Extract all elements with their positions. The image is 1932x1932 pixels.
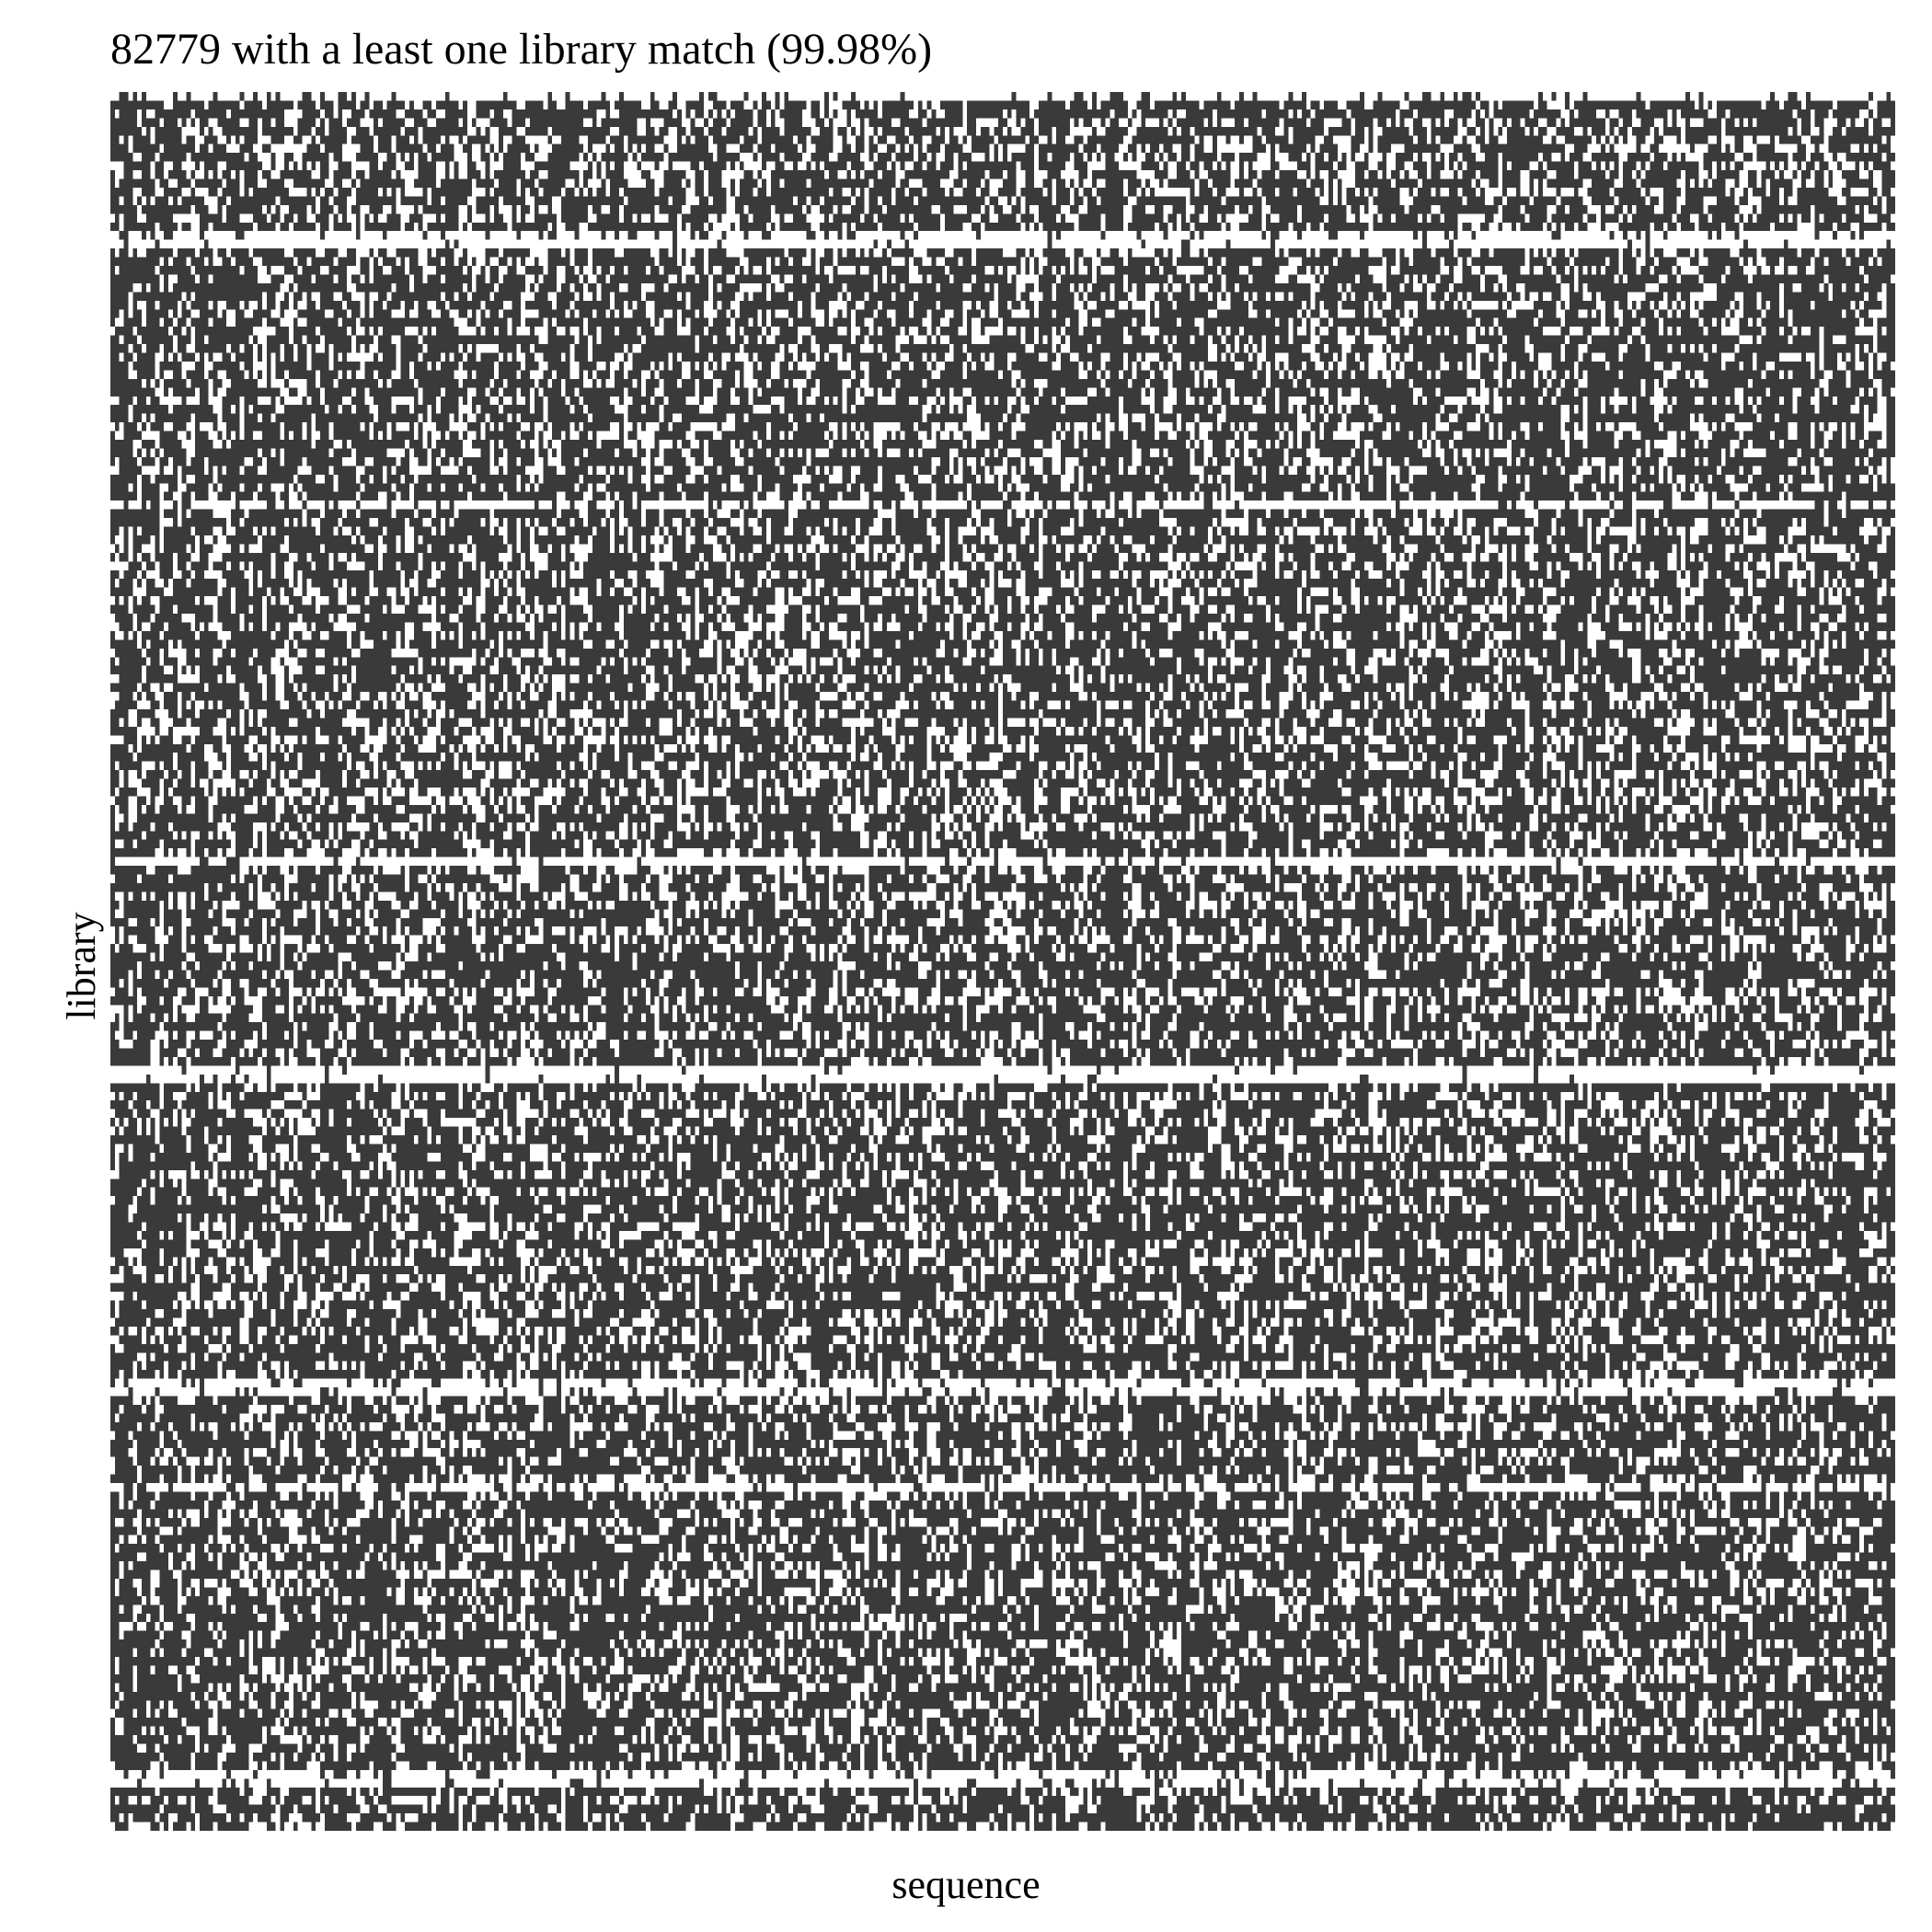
heatmap-canvas (110, 92, 1895, 1831)
heatmap-figure: 82779 with a least one library match (99… (0, 0, 1932, 1932)
chart-title: 82779 with a least one library match (99… (110, 24, 932, 75)
y-axis-label: library (58, 912, 105, 1019)
x-axis-label: sequence (891, 1861, 1040, 1908)
heatmap-plot-area (110, 92, 1895, 1831)
